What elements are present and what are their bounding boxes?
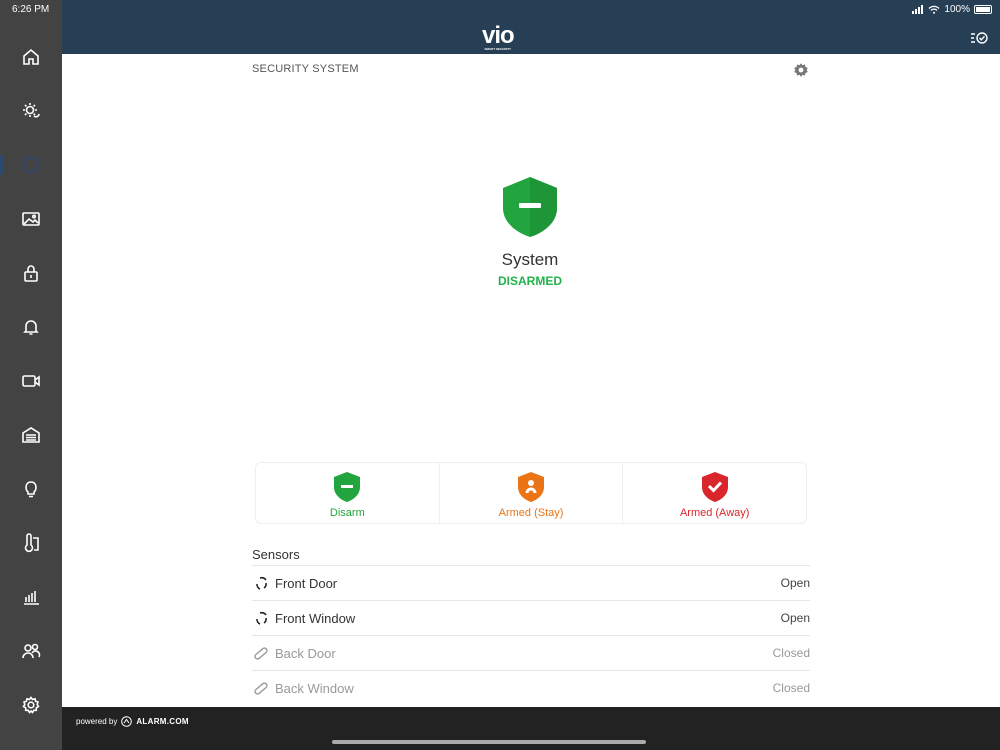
task-list-icon[interactable] [970,30,988,46]
sidebar-item-users[interactable] [0,631,62,671]
sensors-heading: Sensors [252,547,300,562]
lightbulb-icon [25,481,37,498]
alarm-com-brand: ALARM.COM [136,717,189,726]
disarm-button[interactable]: Disarm [256,463,440,523]
bar-chart-icon [24,591,39,605]
garage-icon [22,427,40,443]
closed-sensor-icon [254,682,268,695]
page-title: SECURITY SYSTEM [252,63,359,75]
closed-sensor-icon [254,647,268,660]
sidebar-item-locks[interactable] [0,253,62,293]
system-state: DISARMED [497,274,562,288]
status-time: 6:26 PM [12,4,50,15]
sun-moon-icon [23,103,40,118]
sidebar-item-home[interactable] [0,37,62,77]
powered-by: powered by ALARM.COM [76,716,189,727]
wifi-icon [928,5,940,14]
powered-by-text: powered by [76,717,118,726]
sidebar-item-thermostat[interactable] [0,523,62,563]
sensor-row[interactable]: Back Window Closed [252,670,810,705]
sensor-name: Front Window [275,610,356,626]
arm-stay-button[interactable]: Armed (Stay) [440,463,624,523]
arm-stay-label: Armed (Stay) [498,507,564,519]
vio-logo: vio SMART SECURITY [482,22,515,51]
sensor-row[interactable]: Front Window Open [252,600,810,635]
sidebar-item-scenes[interactable] [0,91,62,131]
sidebar-item-garage[interactable] [0,415,62,455]
disarm-label: Disarm [329,507,365,519]
sensor-status: Closed [772,681,810,695]
status-indicators: 100% [912,4,992,15]
sidebar-item-settings[interactable] [0,685,62,725]
signal-icon [912,5,924,14]
lock-icon [24,265,38,282]
alarm-com-logo-icon [121,716,133,727]
arm-away-label: Armed (Away) [679,507,750,519]
sensor-name: Front Door [275,575,338,591]
sensor-name: Back Door [275,645,336,661]
sensor-list: Front Door Open Front Window Open Back D… [252,565,810,705]
battery-icon [974,5,992,14]
arm-stay-shield-icon [518,472,544,502]
sensor-name: Back Window [275,680,354,696]
video-camera-icon [22,375,40,387]
sidebar-item-video[interactable] [0,361,62,401]
thermostat-icon [24,533,39,553]
system-name: System [501,250,559,269]
shield-icon [23,156,39,174]
sidebar-item-energy[interactable] [0,577,62,617]
sensor-row[interactable]: Front Door Open [252,565,810,600]
sensor-status: Closed [772,646,810,660]
sensor-status: Open [780,576,810,590]
system-status-shield-icon [503,177,557,237]
users-icon [22,643,41,659]
sidebar-item-images[interactable] [0,199,62,239]
image-icon [22,212,40,226]
sidebar-item-security[interactable] [0,145,62,185]
sensor-status: Open [780,611,810,625]
open-sensor-icon [256,576,267,590]
disarm-shield-icon [334,472,361,502]
settings-gear-icon[interactable] [793,62,809,78]
home-indicator[interactable] [332,740,646,744]
sidebar-item-lights[interactable] [0,469,62,509]
home-icon [23,48,39,65]
sensor-row[interactable]: Back Door Closed [252,635,810,670]
top-bar: 100% vio SMART SECURITY [62,0,1000,54]
arm-away-button[interactable]: Armed (Away) [623,463,806,523]
sidebar: 6:26 PM [0,0,62,750]
battery-percent: 100% [944,4,970,15]
sidebar-item-notifications[interactable] [0,307,62,347]
arming-controls: Disarm Armed (Stay) Armed (Away) [255,462,807,524]
gear-icon [22,696,40,714]
arm-away-shield-icon [701,472,728,502]
bell-icon [23,320,39,335]
open-sensor-icon [256,611,267,625]
